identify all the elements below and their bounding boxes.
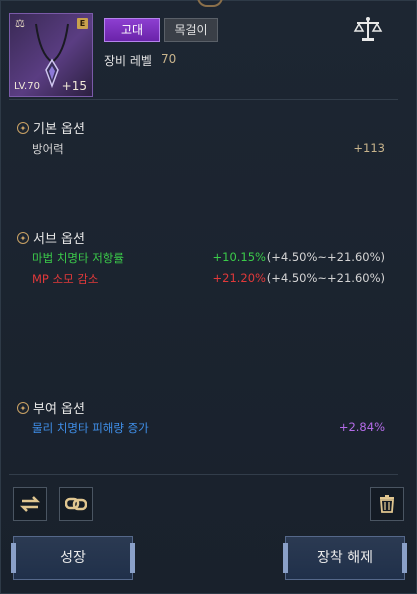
link-icon <box>65 497 87 511</box>
section-basic-title: ✦ 기본 옵션 <box>17 118 85 137</box>
header-divider <box>9 99 398 100</box>
top-ornament <box>197 0 223 7</box>
equip-level-value: 70 <box>161 52 177 66</box>
link-button[interactable] <box>59 487 93 521</box>
grant-row-value: +2.84% <box>338 420 385 434</box>
basic-row-name: 방어력 <box>32 142 64 156</box>
sub-row-1-value: +10.15% <box>212 250 267 264</box>
trash-button[interactable] <box>370 487 404 521</box>
sub-row-2-name: MP 소모 감소 <box>32 272 99 286</box>
item-level: LV.70 <box>14 81 40 92</box>
basic-row-value: +113 <box>353 141 385 155</box>
section-basic-label: 기본 옵션 <box>33 122 85 137</box>
equip-level-label: 장비 레벨 <box>104 54 152 68</box>
sub-row-2-value: +21.20% <box>212 271 267 285</box>
swap-icon <box>19 496 41 512</box>
section-grant-title: ✦ 부여 옵션 <box>17 398 85 417</box>
section-emblem-icon: ✦ <box>17 231 29 244</box>
swap-button[interactable] <box>13 487 47 521</box>
footer-divider <box>9 474 398 475</box>
type-badge: 목걸이 <box>164 18 218 42</box>
grant-row-name: 물리 치명타 피해량 증가 <box>32 421 149 435</box>
sub-row-2-range: (+4.50%~+21.60%) <box>266 271 385 285</box>
unequip-button[interactable]: 장착 해제 <box>283 536 407 580</box>
section-grant-label: 부여 옵션 <box>33 402 85 417</box>
grade-badge: 고대 <box>104 18 160 42</box>
section-emblem-icon: ✦ <box>17 121 29 134</box>
item-tooltip-panel: ⚖ E LV.70 +15 고대 목걸이 장비 레벨 70 ✦ 기본 옵션 방어… <box>0 0 417 594</box>
trash-icon <box>380 495 394 513</box>
section-sub-label: 서브 옵션 <box>33 232 85 247</box>
sub-row-1-name: 마법 치명타 저항률 <box>32 251 124 265</box>
sub-row-1-range: (+4.50%~+21.60%) <box>266 250 385 264</box>
grow-button[interactable]: 성장 <box>11 536 135 580</box>
item-icon[interactable]: ⚖ E LV.70 +15 <box>9 13 93 97</box>
section-emblem-icon: ✦ <box>17 401 29 414</box>
scale-icon[interactable] <box>353 15 383 43</box>
item-enhance: +15 <box>61 79 87 93</box>
section-sub-title: ✦ 서브 옵션 <box>17 228 85 247</box>
